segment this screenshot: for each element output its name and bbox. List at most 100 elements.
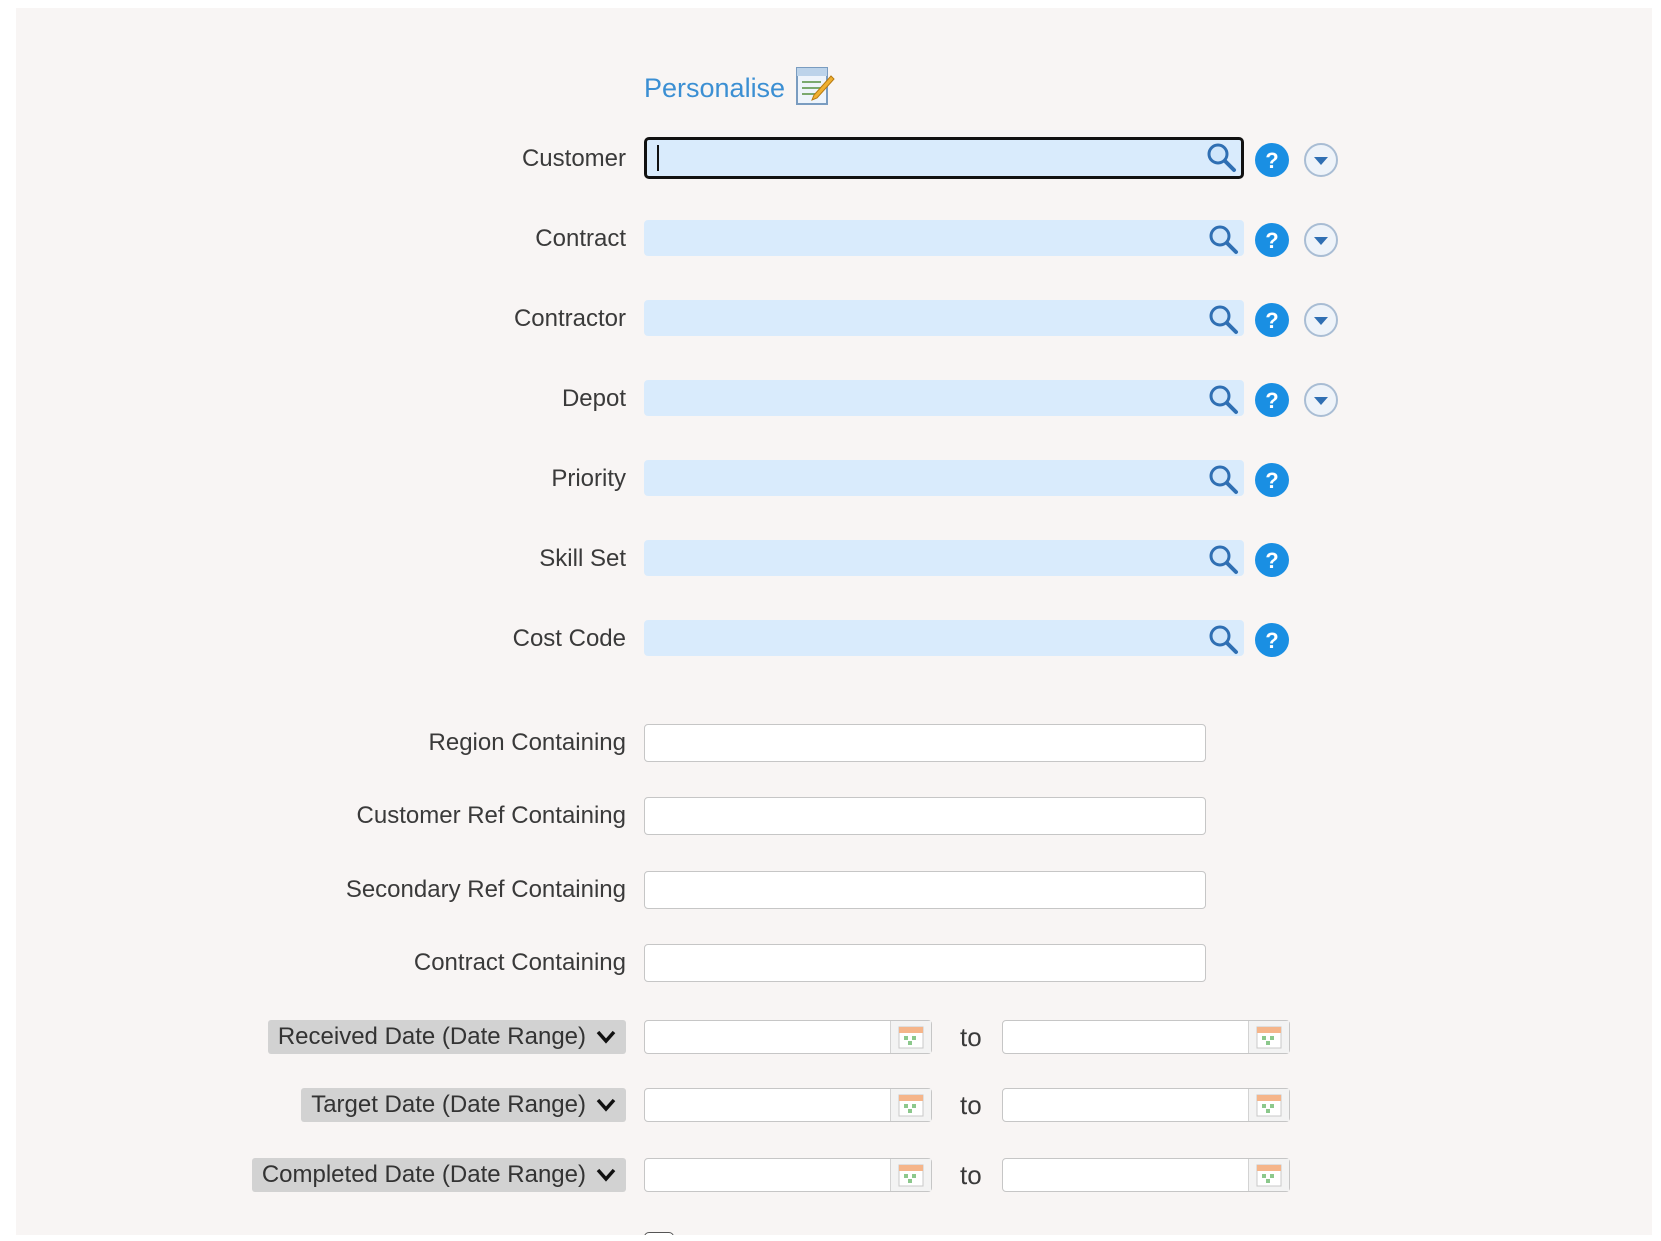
priority-label: Priority [551,465,626,492]
region-containing-label: Region Containing [428,729,626,756]
range-separator: to [960,1159,982,1190]
customer-ref-containing-input[interactable] [644,797,1206,835]
received-date-from[interactable] [644,1020,932,1054]
received-date-to-input[interactable] [1003,1021,1243,1053]
range-separator: to [960,1021,982,1052]
contract-label: Contract [535,225,626,252]
contract-containing-row: Contract Containing [16,944,1652,982]
help-icon[interactable]: ? [1254,222,1290,258]
search-icon[interactable] [1207,223,1239,255]
help-icon[interactable]: ? [1254,302,1290,338]
customer-ref-containing-row: Customer Ref Containing [16,797,1652,835]
svg-text:?: ? [1265,628,1278,653]
completed-date-to-input[interactable] [1003,1159,1243,1191]
customer-lookup[interactable] [644,137,1244,179]
customer-input[interactable] [647,140,1197,176]
contract-containing-input[interactable] [644,944,1206,982]
calendar-icon [898,1094,924,1117]
chevron-down-icon[interactable] [1303,222,1339,258]
customer-label: Customer [521,145,626,172]
completed-date-selector-label: Completed Date (Date Range) [261,1161,586,1188]
skill-set-row: Skill Set ? [16,540,1652,578]
priority-row: Priority ? [16,460,1652,498]
target-date-row: Target Date (Date Range) to [16,1088,1652,1126]
help-icon[interactable]: ? [1254,382,1290,418]
secondary-ref-containing-label: Secondary Ref Containing [345,876,626,903]
completed-date-from-input[interactable] [645,1159,885,1191]
range-separator: to [960,1089,982,1120]
calendar-button[interactable] [890,1089,931,1121]
calendar-button[interactable] [1248,1021,1289,1053]
contract-lookup[interactable] [644,220,1244,256]
target-date-selector-label: Target Date (Date Range) [311,1091,586,1118]
search-icon[interactable] [1207,463,1239,495]
help-icon[interactable]: ? [1254,542,1290,578]
text-cursor [657,145,659,171]
cost-code-input[interactable] [645,621,1195,655]
skill-set-label: Skill Set [539,545,626,572]
cost-code-lookup[interactable] [644,620,1244,656]
skill-set-input[interactable] [645,541,1195,575]
search-icon[interactable] [1207,383,1239,415]
priority-input[interactable] [645,461,1195,495]
depot-input[interactable] [645,381,1195,415]
calendar-icon [1256,1026,1282,1049]
received-date-selector[interactable]: Received Date (Date Range) [267,1020,626,1054]
contract-row: Contract ? [16,220,1652,258]
completed-date-selector[interactable]: Completed Date (Date Range) [251,1158,626,1192]
calendar-icon [1256,1094,1282,1117]
chevron-down-icon[interactable] [1303,382,1339,418]
calendar-button[interactable] [1248,1089,1289,1121]
chevron-down-icon [596,1030,616,1044]
contractor-lookup[interactable] [644,300,1244,336]
contract-input[interactable] [645,221,1195,255]
priority-lookup[interactable] [644,460,1244,496]
help-icon[interactable]: ? [1254,462,1290,498]
chevron-down-icon[interactable] [1303,142,1339,178]
help-icon[interactable]: ? [1254,622,1290,658]
target-date-from[interactable] [644,1088,932,1122]
skill-set-lookup[interactable] [644,540,1244,576]
option-checkbox[interactable] [644,1232,674,1235]
region-containing-input[interactable] [644,724,1206,762]
completed-date-to[interactable] [1002,1158,1290,1192]
calendar-button[interactable] [890,1159,931,1191]
depot-lookup[interactable] [644,380,1244,416]
personalise-link[interactable]: Personalise [644,66,835,108]
received-date-from-input[interactable] [645,1021,885,1053]
help-icon[interactable]: ? [1254,142,1290,178]
target-date-to[interactable] [1002,1088,1290,1122]
region-containing-row: Region Containing [16,724,1652,762]
search-icon[interactable] [1207,303,1239,335]
calendar-icon [898,1026,924,1049]
target-date-to-input[interactable] [1003,1089,1243,1121]
edit-form-icon[interactable] [795,66,835,108]
svg-text:?: ? [1265,148,1278,173]
target-date-selector[interactable]: Target Date (Date Range) [301,1088,626,1122]
cost-code-row: Cost Code ? [16,620,1652,658]
search-icon[interactable] [1205,141,1237,173]
calendar-button[interactable] [1248,1159,1289,1191]
chevron-down-icon[interactable] [1303,302,1339,338]
completed-date-from[interactable] [644,1158,932,1192]
search-icon[interactable] [1207,543,1239,575]
chevron-down-icon [596,1168,616,1182]
customer-row: Customer ? [16,137,1652,179]
svg-text:?: ? [1265,388,1278,413]
chevron-down-icon [596,1098,616,1112]
received-date-to[interactable] [1002,1020,1290,1054]
personalise-label[interactable]: Personalise [644,75,785,108]
completed-date-row: Completed Date (Date Range) to [16,1158,1652,1196]
calendar-button[interactable] [890,1021,931,1053]
target-date-from-input[interactable] [645,1089,885,1121]
search-form-panel: Personalise Customer ? Contract ? Contra… [16,8,1652,1235]
received-date-row: Received Date (Date Range) to [16,1020,1652,1058]
customer-ref-containing-label: Customer Ref Containing [356,802,626,829]
svg-text:?: ? [1265,548,1278,573]
search-icon[interactable] [1207,623,1239,655]
contractor-input[interactable] [645,301,1195,335]
secondary-ref-containing-input[interactable] [644,871,1206,909]
calendar-icon [898,1164,924,1187]
depot-row: Depot ? [16,380,1652,418]
calendar-icon [1256,1164,1282,1187]
